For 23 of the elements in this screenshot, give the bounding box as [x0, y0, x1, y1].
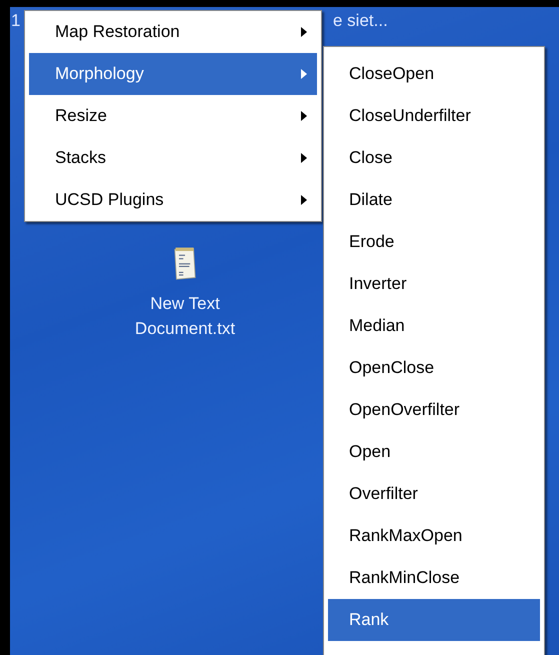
menu-item[interactable]: CloseUnderfilter: [328, 95, 540, 137]
menu-item[interactable]: Resize: [29, 95, 317, 137]
menu-item[interactable]: Overfilter: [328, 473, 540, 515]
menu-item[interactable]: Erode: [328, 221, 540, 263]
menu-item[interactable]: OpenClose: [328, 347, 540, 389]
menu-item[interactable]: CloseOpen: [328, 53, 540, 95]
menu-item[interactable]: Dilate: [328, 179, 540, 221]
window-title-text: e siet...: [333, 11, 388, 31]
menu-item[interactable]: Close: [328, 137, 540, 179]
menu-item[interactable]: Open: [328, 431, 540, 473]
window-title-text: 1: [11, 11, 20, 31]
menu-item[interactable]: Inverter: [328, 263, 540, 305]
notepad-icon[interactable]: [173, 245, 197, 281]
desktop-icon-label[interactable]: New Text Document.txt: [125, 291, 245, 341]
menu-item[interactable]: UCSD Plugins: [29, 179, 317, 221]
menu-item[interactable]: RankMinClose: [328, 557, 540, 599]
menu-item[interactable]: OpenOverfilter: [328, 389, 540, 431]
menu-item[interactable]: Rank: [328, 599, 540, 641]
menu-item[interactable]: Map Restoration: [29, 11, 317, 53]
menu-item[interactable]: Median: [328, 305, 540, 347]
menu-item[interactable]: Stacks: [29, 137, 317, 179]
menu-item[interactable]: RankMaxOpen: [328, 515, 540, 557]
menu-item[interactable]: Morphology: [29, 53, 317, 95]
